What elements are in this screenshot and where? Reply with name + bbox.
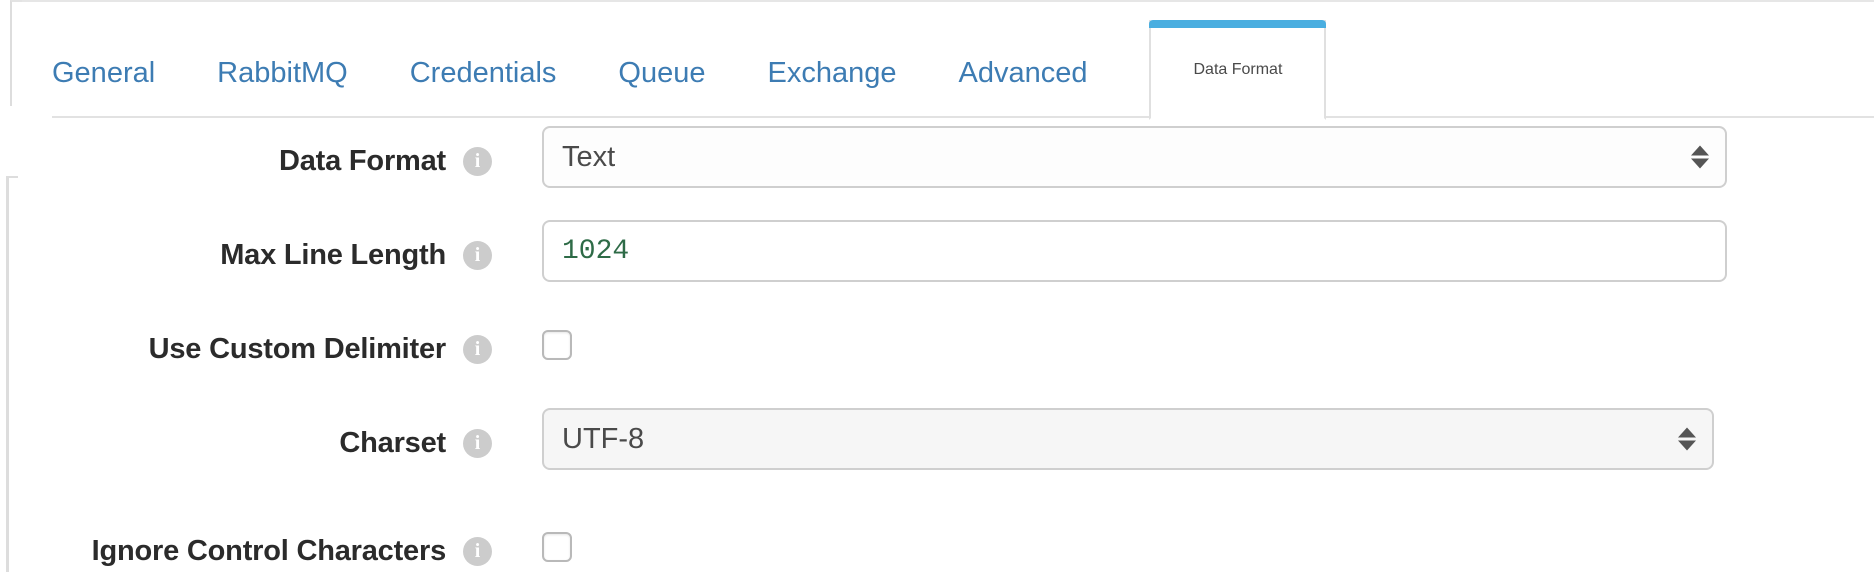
triangle-up-icon [1678, 427, 1696, 438]
triangle-down-icon [1691, 158, 1709, 169]
max-line-length-input[interactable]: 1024 [542, 220, 1727, 282]
triangle-up-icon [1691, 145, 1709, 156]
control-cell-max-line-length: 1024 [542, 212, 1727, 282]
charset-select[interactable]: UTF-8 [542, 408, 1714, 470]
label-cell-max-line-length: Max Line Length i [0, 224, 492, 286]
info-icon[interactable]: i [463, 536, 492, 566]
form-row-data-format: Data Format i Text [0, 118, 1874, 212]
tab-list: General RabbitMQ Credentials Queue Excha… [52, 20, 1327, 120]
select-arrows [1678, 427, 1696, 451]
label-cell-ignore-control-characters: Ignore Control Characters i [0, 520, 492, 572]
label-cell-data-format: Data Format i [0, 130, 492, 192]
form-row-use-custom-delimiter: Use Custom Delimiter i [0, 306, 1874, 400]
charset-select-value: UTF-8 [562, 422, 645, 455]
tab-general[interactable]: General [52, 59, 155, 118]
label-ignore-control-characters: Ignore Control Characters [91, 534, 447, 567]
control-cell-ignore-control-characters [542, 494, 572, 562]
use-custom-delimiter-checkbox[interactable] [542, 330, 572, 360]
tab-data-format-active[interactable]: Data Format [1149, 20, 1327, 120]
select-arrows [1691, 145, 1709, 169]
max-line-length-value: 1024 [562, 235, 630, 267]
data-format-tab-panel: General RabbitMQ Credentials Queue Excha… [0, 0, 1874, 572]
panel-left-edge-top [10, 0, 22, 106]
label-cell-use-custom-delimiter: Use Custom Delimiter i [0, 318, 492, 380]
info-icon[interactable]: i [463, 240, 492, 270]
form-row-charset: Charset i UTF-8 [0, 400, 1874, 494]
triangle-down-icon [1678, 440, 1696, 451]
dialog-top-border [10, 0, 1874, 2]
label-cell-charset: Charset i [0, 412, 492, 474]
data-format-select[interactable]: Text [542, 126, 1727, 188]
control-cell-use-custom-delimiter [542, 306, 572, 360]
info-icon[interactable]: i [463, 334, 492, 364]
label-data-format: Data Format [279, 144, 446, 177]
info-icon[interactable]: i [463, 146, 492, 176]
tab-data-format-label: Data Format [1193, 61, 1283, 78]
data-format-select-value: Text [562, 140, 616, 173]
label-charset: Charset [339, 426, 446, 459]
tab-queue[interactable]: Queue [618, 59, 705, 118]
data-format-form: Data Format i Text Max Line Length i 102… [0, 118, 1874, 567]
label-max-line-length: Max Line Length [220, 238, 446, 271]
form-row-max-line-length: Max Line Length i 1024 [0, 212, 1874, 306]
info-icon[interactable]: i [463, 428, 492, 458]
tab-exchange[interactable]: Exchange [767, 59, 896, 118]
ignore-control-characters-checkbox[interactable] [542, 532, 572, 562]
tab-bar: General RabbitMQ Credentials Queue Excha… [22, 20, 1874, 120]
control-cell-charset: UTF-8 [542, 400, 1714, 470]
tab-credentials[interactable]: Credentials [410, 59, 557, 118]
tab-rabbitmq[interactable]: RabbitMQ [217, 59, 348, 118]
form-row-ignore-control-characters: Ignore Control Characters i [0, 494, 1874, 567]
label-use-custom-delimiter: Use Custom Delimiter [148, 332, 447, 365]
control-cell-data-format: Text [542, 118, 1727, 188]
tab-advanced[interactable]: Advanced [958, 59, 1087, 118]
